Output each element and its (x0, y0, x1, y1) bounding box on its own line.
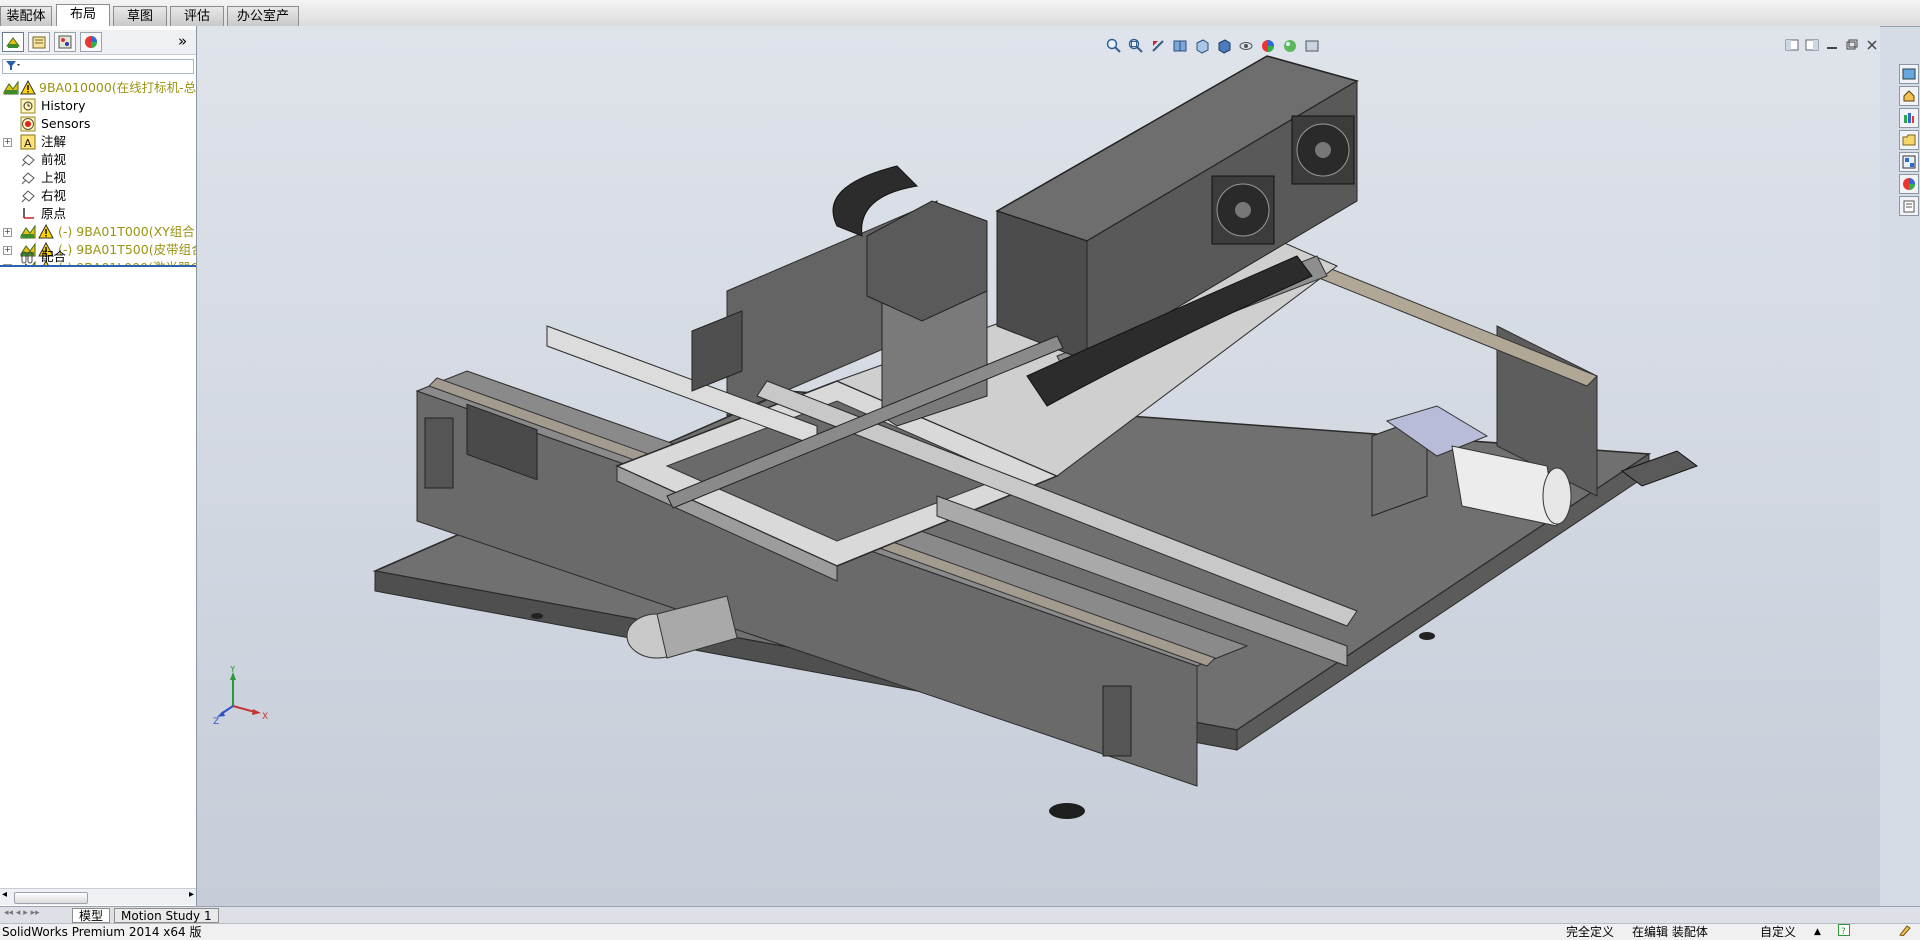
custom-properties-icon[interactable] (1899, 196, 1919, 216)
tree-horizontal-scrollbar[interactable]: ◂ ▸ (0, 888, 196, 905)
feature-tree-icon (6, 37, 20, 48)
property-manager-icon (32, 36, 46, 49)
tree-item-sensors[interactable]: Sensors (0, 115, 196, 133)
definition-status: 完全定义 (1566, 925, 1615, 939)
tree-root-assembly[interactable]: 9BA010000(在线打标机-总装 (0, 79, 196, 97)
tree-item-right-plane[interactable]: 右视 (0, 187, 196, 205)
tab-nav-arrows-icon[interactable]: ◂◂ ◂ ▸ ▸▸ (4, 908, 40, 918)
scroll-left-icon[interactable]: ◂ (2, 889, 7, 900)
display-manager-icon (85, 36, 97, 48)
tree-item-label: 右视 (41, 188, 67, 203)
plane-icon (21, 172, 35, 185)
solidworks-resources-icon[interactable] (1899, 64, 1919, 84)
task-pane-tabs (1897, 62, 1920, 240)
tree-item-origin[interactable]: 原点 (0, 205, 196, 223)
product-version: SolidWorks Premium 2014 x64 版 (2, 925, 202, 939)
origin-icon (23, 208, 34, 219)
configuration-manager-icon (58, 35, 72, 49)
view-palette-icon[interactable] (1899, 152, 1919, 172)
configuration-manager-tab[interactable] (54, 32, 76, 52)
scroll-right-icon[interactable]: ▸ (189, 889, 194, 900)
tree-item-label: (-) 9BA01T000(XY组合)_总 (58, 224, 196, 239)
model-tabs-bar: ◂◂ ◂ ▸ ▸▸ 模型 Motion Study 1 (0, 906, 1920, 924)
tree-item-annotations[interactable]: + A 注解 (0, 133, 196, 151)
design-library-icon[interactable] (1899, 108, 1919, 128)
tab-sketch[interactable]: 草图 (113, 6, 167, 26)
triad-x-label: X (262, 712, 268, 722)
tree-item-label: 上视 (41, 170, 67, 185)
tree-item-xy-assembly[interactable]: + (-) 9BA01T000(XY组合)_总 (0, 223, 196, 241)
tree-item-history[interactable]: History (0, 97, 196, 115)
tree-item-top-plane[interactable]: 上视 (0, 169, 196, 187)
feature-manager-tabs: » (0, 30, 196, 55)
editing-status: 在编辑 装配体 (1632, 925, 1708, 939)
tree-item-label: Sensors (41, 116, 91, 131)
home-icon[interactable] (1899, 86, 1919, 106)
triad-z-label: Z (213, 717, 219, 726)
sensors-icon (20, 116, 36, 132)
units-status[interactable]: 自定义 (1760, 924, 1796, 940)
warning-icon (38, 224, 54, 239)
tree-item-label: 原点 (41, 206, 67, 221)
svg-text:A: A (24, 137, 32, 150)
tree-filter-input[interactable] (2, 59, 194, 74)
warning-icon (20, 80, 36, 95)
filter-icon (6, 61, 20, 70)
expand-icon[interactable]: + (3, 228, 12, 237)
appearances-icon[interactable] (1899, 174, 1919, 194)
status-bar: SolidWorks Premium 2014 x64 版 完全定义 在编辑 装… (0, 923, 1920, 940)
help-icon[interactable]: ? (1838, 924, 1850, 940)
scrollbar-thumb[interactable] (14, 892, 88, 904)
tab-layout[interactable]: 布局 (56, 4, 110, 27)
coordinate-triad: Y X Z (213, 666, 268, 726)
assembly-icon (3, 80, 19, 95)
tab-assembly[interactable]: 装配体 (0, 6, 52, 26)
tree-item-label: 前视 (41, 152, 67, 167)
tab-motion-study[interactable]: Motion Study 1 (114, 908, 219, 923)
machine-assembly-model[interactable] (197, 26, 1880, 906)
fan-icon (1211, 175, 1275, 245)
units-dropdown-icon[interactable]: ▲ (1814, 924, 1821, 940)
feature-tree: 9BA010000(在线打标机-总装 History Sensors + A 注… (0, 79, 196, 267)
fan-icon (1291, 115, 1355, 185)
tab-office-products[interactable]: 办公室产品 (227, 6, 299, 44)
mates-icon (21, 251, 33, 264)
tree-item-mates[interactable]: 配合 (0, 248, 196, 266)
tree-item-label: 注解 (41, 134, 67, 149)
plane-icon (21, 154, 35, 167)
plane-icon (21, 190, 35, 203)
property-manager-tab[interactable] (28, 32, 50, 52)
tab-model[interactable]: 模型 (72, 908, 111, 923)
tree-root-label: 9BA010000(在线打标机-总装 (39, 80, 196, 95)
tree-item-label: History (41, 98, 86, 113)
triad-y-label: Y (229, 666, 236, 675)
graphics-area[interactable]: Y X Z (197, 26, 1880, 906)
feature-tree-tab[interactable] (2, 32, 24, 52)
tab-evaluate[interactable]: 评估 (170, 6, 224, 26)
command-manager-tabs: 装配体 布局 草图 评估 办公室产品 (0, 0, 1920, 44)
expand-panel-icon[interactable]: » (178, 32, 187, 50)
file-explorer-icon[interactable] (1899, 130, 1919, 150)
history-icon (20, 98, 36, 114)
expand-icon[interactable]: + (3, 138, 12, 147)
svg-text:?: ? (1841, 927, 1846, 936)
display-manager-tab[interactable] (80, 32, 102, 52)
feature-manager-panel: » 9BA010000(在线打标机-总装 History Sensors + A… (0, 26, 197, 906)
annotations-icon: A (20, 134, 36, 150)
rebuild-icon[interactable] (1898, 924, 1912, 940)
tree-item-label: 配合 (41, 249, 67, 264)
subassembly-icon (20, 224, 36, 239)
tree-item-front-plane[interactable]: 前视 (0, 151, 196, 169)
